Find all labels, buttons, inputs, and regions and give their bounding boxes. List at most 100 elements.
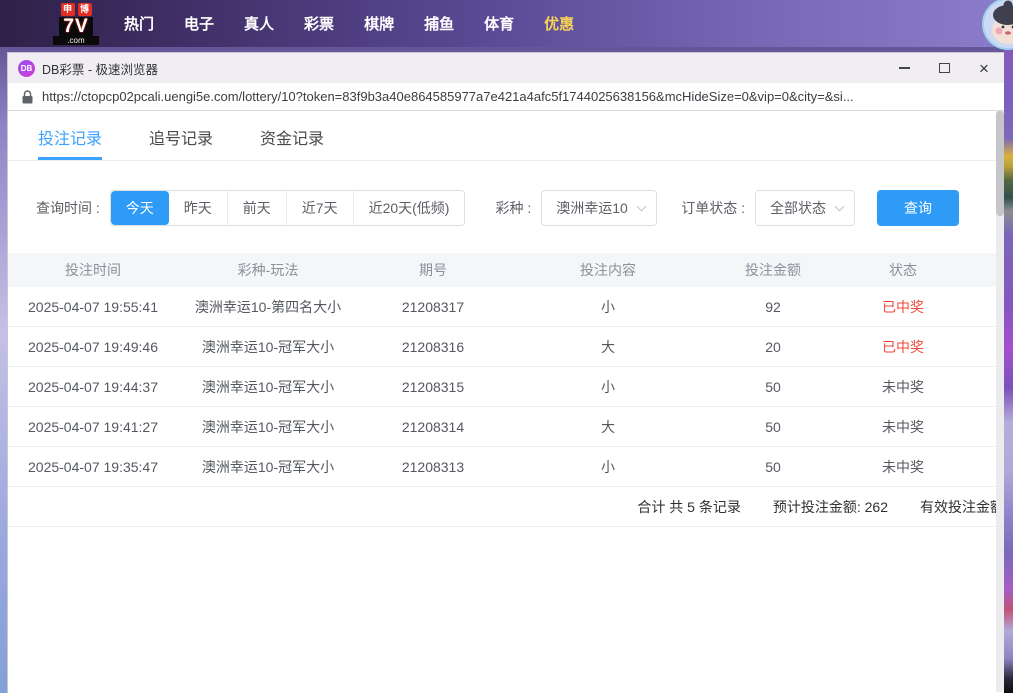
nav-item-sports[interactable]: 体育 (469, 13, 529, 34)
cell-issue: 21208313 (358, 459, 508, 475)
summary-expected-amount: 预计投注金额: 262 (773, 497, 888, 517)
filter-bar: 查询时间 : 今天 昨天 前天 近7天 近20天(低频) 彩种 : 澳洲幸运10… (36, 190, 1004, 226)
table-row: 2025-04-07 19:55:41 澳洲幸运10-第四名大小 2120831… (8, 287, 1004, 327)
tab-bet-records[interactable]: 投注记录 (38, 111, 102, 160)
cell-status: 未中奖 (838, 377, 968, 397)
order-status-select[interactable]: 全部状态 (755, 190, 855, 226)
nav-item-board[interactable]: 棋牌 (349, 13, 409, 34)
tab-chase-records[interactable]: 追号记录 (149, 111, 213, 160)
cell-bet-amount: 50 (708, 379, 838, 395)
cell-bet-time: 2025-04-07 19:35:47 (8, 459, 178, 475)
cell-game-play: 澳洲幸运10-第四名大小 (178, 297, 358, 317)
minimize-button[interactable] (884, 53, 924, 83)
nav-item-hot[interactable]: 热门 (109, 13, 169, 34)
brand-logo-suffix: .com (53, 36, 99, 45)
nav-item-fishing[interactable]: 捕鱼 (409, 13, 469, 34)
window-controls: × (884, 53, 1004, 83)
time-option-20days[interactable]: 近20天(低频) (353, 191, 465, 225)
cell-bet-content: 大 (508, 417, 708, 437)
window-titlebar: DB DB彩票 - 极速浏览器 × (8, 53, 1004, 83)
brand-logo-text: 7V (59, 17, 92, 36)
query-time-label: 查询时间 : (36, 198, 100, 218)
close-icon: × (979, 60, 989, 77)
table-row: 2025-04-07 19:41:27 澳洲幸运10-冠军大小 21208314… (8, 407, 1004, 447)
cell-issue: 21208316 (358, 339, 508, 355)
tab-fund-records[interactable]: 资金记录 (260, 111, 324, 160)
header-status: 状态 (838, 260, 968, 280)
lock-icon (22, 90, 33, 104)
lottery-type-select[interactable]: 澳洲幸运10 (541, 190, 657, 226)
time-option-7days[interactable]: 近7天 (286, 191, 353, 225)
lottery-type-label: 彩种 : (495, 198, 531, 218)
bet-records-table: 投注时间 彩种-玩法 期号 投注内容 投注金额 状态 2025-04-07 19… (8, 253, 1004, 527)
record-tabs: 投注记录 追号记录 资金记录 (8, 111, 1004, 161)
close-button[interactable]: × (964, 53, 1004, 83)
cell-issue: 21208315 (358, 379, 508, 395)
chevron-down-icon (835, 201, 845, 211)
cell-bet-time: 2025-04-07 19:41:27 (8, 419, 178, 435)
app-icon: DB (18, 60, 35, 77)
cell-game-play: 澳洲幸运10-冠军大小 (178, 457, 358, 477)
header-bet-amount: 投注金额 (708, 260, 838, 280)
cell-bet-time: 2025-04-07 19:49:46 (8, 339, 178, 355)
table-header-row: 投注时间 彩种-玩法 期号 投注内容 投注金额 状态 (8, 253, 1004, 287)
query-button[interactable]: 查询 (877, 190, 959, 226)
lottery-type-value: 澳洲幸运10 (556, 198, 628, 218)
time-option-day-before[interactable]: 前天 (227, 191, 286, 225)
header-bet-content: 投注内容 (508, 260, 708, 280)
table-summary-row: 合计 共 5 条记录 预计投注金额: 262 有效投注金额 (8, 487, 1004, 527)
cell-bet-content: 小 (508, 377, 708, 397)
cell-bet-content: 小 (508, 297, 708, 317)
nav-menu: 热门 电子 真人 彩票 棋牌 捕鱼 体育 优惠 (109, 13, 589, 34)
cell-bet-amount: 50 (708, 419, 838, 435)
page: 申 博 7V .com 热门 电子 真人 彩票 棋牌 捕鱼 体育 优惠 (0, 0, 1013, 693)
nav-item-live[interactable]: 真人 (229, 13, 289, 34)
cell-bet-time: 2025-04-07 19:44:37 (8, 379, 178, 395)
cell-issue: 21208314 (358, 419, 508, 435)
avatar-cartoon-icon (984, 0, 1013, 48)
nav-item-lottery[interactable]: 彩票 (289, 13, 349, 34)
summary-valid-amount: 有效投注金额 (920, 497, 1004, 517)
brand-badge-1: 申 (61, 3, 75, 16)
browser-window: DB DB彩票 - 极速浏览器 × https://ctopcp02pcali.… (8, 53, 1004, 693)
window-title: DB彩票 - 极速浏览器 (42, 59, 158, 78)
cell-game-play: 澳洲幸运10-冠军大小 (178, 377, 358, 397)
url-bar[interactable]: https://ctopcp02pcali.uengi5e.com/lotter… (8, 83, 1004, 111)
header-game-play: 彩种-玩法 (178, 260, 358, 280)
chevron-down-icon (637, 201, 647, 211)
order-status-label: 订单状态 : (681, 198, 745, 218)
table-row: 2025-04-07 19:44:37 澳洲幸运10-冠军大小 21208315… (8, 367, 1004, 407)
url-text: https://ctopcp02pcali.uengi5e.com/lotter… (42, 89, 854, 104)
maximize-icon (939, 63, 950, 73)
brand-badge-2: 博 (78, 3, 92, 16)
cell-bet-content: 大 (508, 337, 708, 357)
table-row: 2025-04-07 19:35:47 澳洲幸运10-冠军大小 21208313… (8, 447, 1004, 487)
cell-game-play: 澳洲幸运10-冠军大小 (178, 337, 358, 357)
brand-logo: 申 博 7V .com (53, 3, 99, 45)
page-content: 投注记录 追号记录 资金记录 查询时间 : 今天 昨天 前天 近7天 近20天(… (8, 111, 1004, 692)
time-range-group: 今天 昨天 前天 近7天 近20天(低频) (110, 190, 466, 226)
cell-status: 未中奖 (838, 417, 968, 437)
nav-item-promo[interactable]: 优惠 (529, 13, 589, 34)
content-scrollbar[interactable] (996, 111, 1004, 692)
time-option-yesterday[interactable]: 昨天 (169, 191, 227, 225)
top-navigation: 申 博 7V .com 热门 电子 真人 彩票 棋牌 捕鱼 体育 优惠 (0, 0, 1013, 47)
cell-bet-amount: 20 (708, 339, 838, 355)
scrollbar-thumb[interactable] (996, 111, 1004, 216)
background-page-strip (1004, 0, 1013, 693)
maximize-button[interactable] (924, 53, 964, 83)
table-row: 2025-04-07 19:49:46 澳洲幸运10-冠军大小 21208316… (8, 327, 1004, 367)
cell-bet-amount: 50 (708, 459, 838, 475)
cell-status: 已中奖 (838, 337, 968, 357)
cell-bet-content: 小 (508, 457, 708, 477)
cell-issue: 21208317 (358, 299, 508, 315)
cell-status: 未中奖 (838, 457, 968, 477)
header-issue: 期号 (358, 260, 508, 280)
cell-status: 已中奖 (838, 297, 968, 317)
cell-game-play: 澳洲幸运10-冠军大小 (178, 417, 358, 437)
time-option-today[interactable]: 今天 (111, 191, 169, 225)
brand-badges: 申 博 (61, 3, 92, 16)
nav-item-slots[interactable]: 电子 (169, 13, 229, 34)
minimize-icon (899, 67, 910, 69)
header-bet-time: 投注时间 (8, 260, 178, 280)
